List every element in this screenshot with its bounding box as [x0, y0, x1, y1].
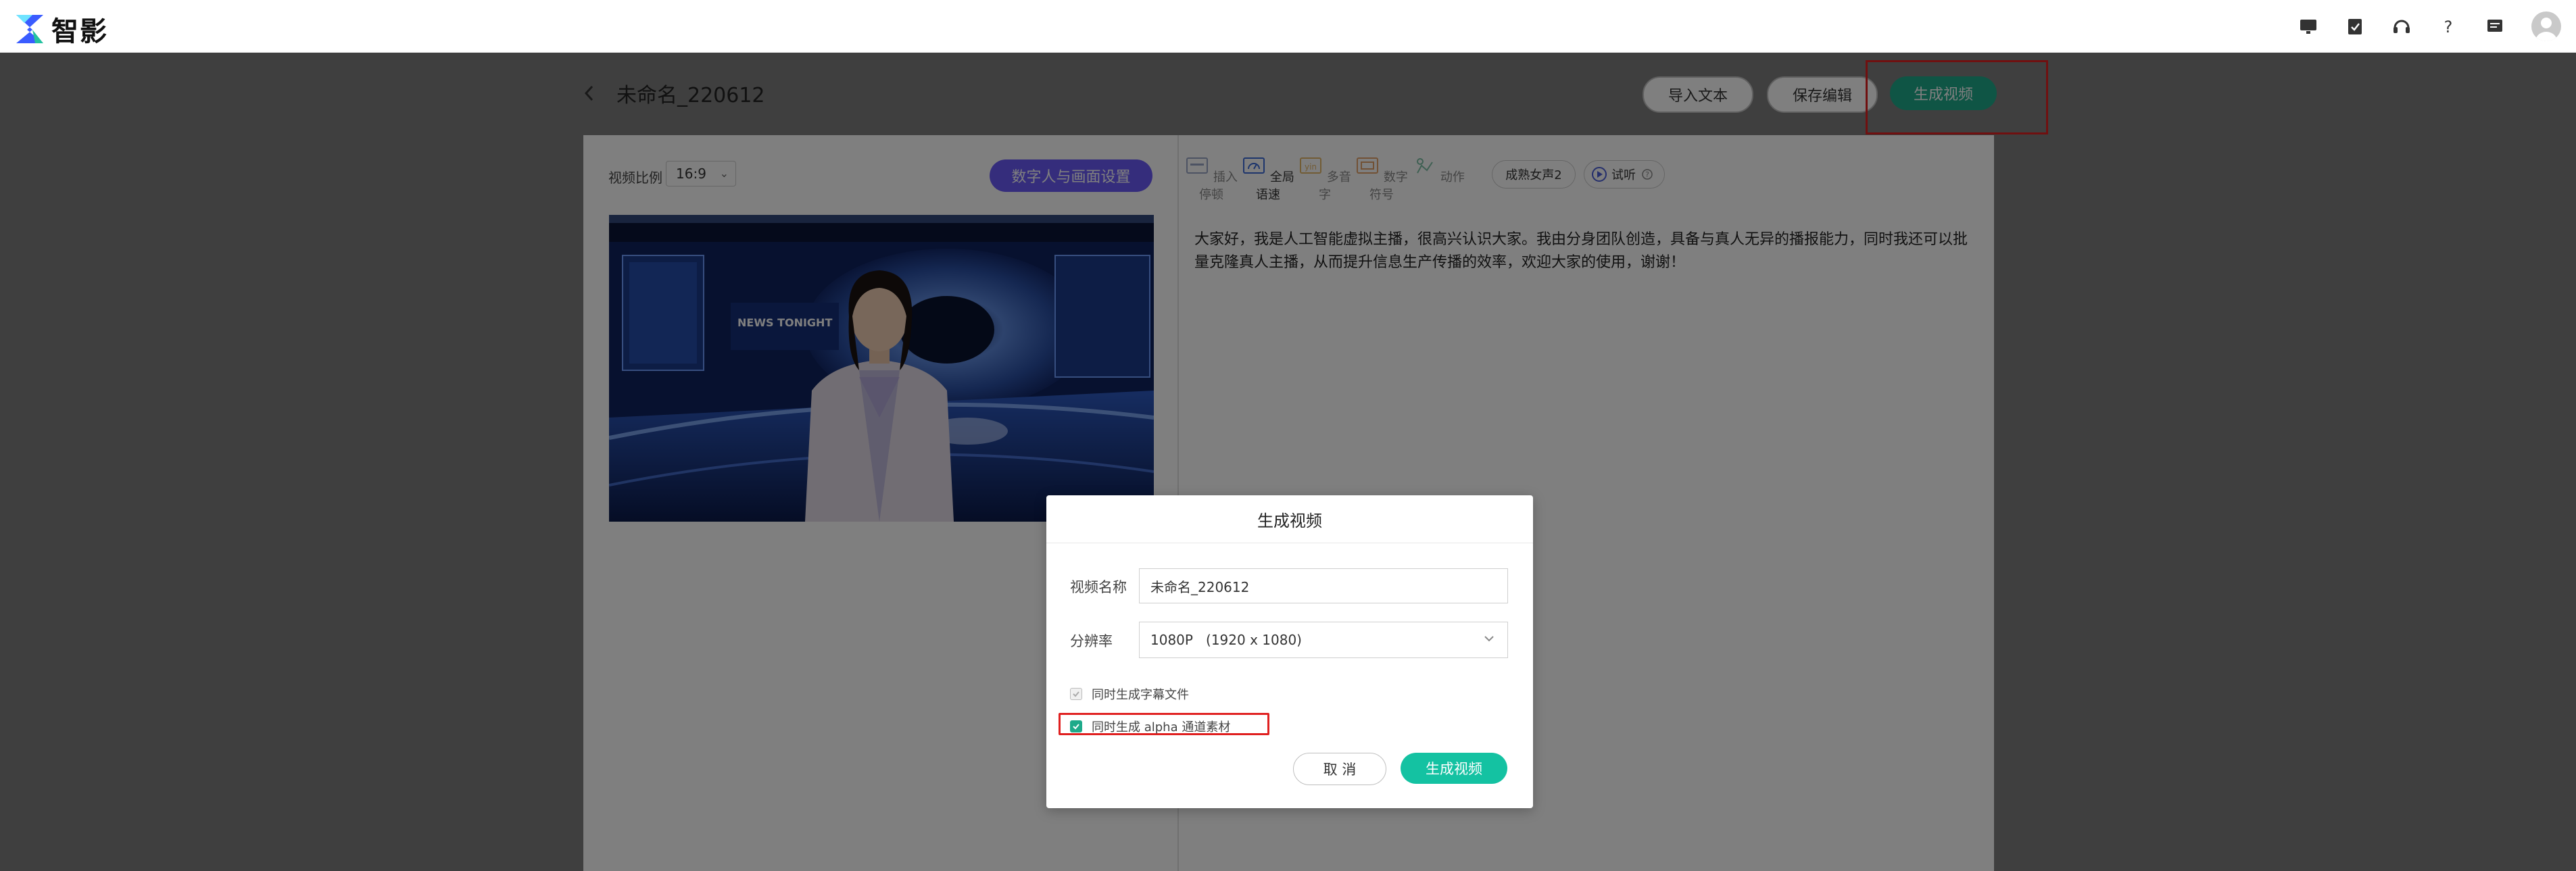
top-navigation-bar: 智影 ? [0, 0, 2576, 53]
confirm-generate-button[interactable]: 生成视频 [1401, 753, 1507, 784]
alpha-option-row[interactable]: 同时生成 alpha 通道素材 [1070, 718, 1230, 735]
chevron-down-icon [1484, 636, 1494, 642]
svg-text:?: ? [2444, 18, 2453, 36]
subtitle-checkbox[interactable] [1070, 688, 1082, 700]
resolution-value: 1080P (1920 x 1080) [1150, 632, 1302, 648]
monitor-icon[interactable] [2298, 16, 2318, 36]
resolution-select[interactable]: 1080P (1920 x 1080) [1139, 622, 1508, 658]
logo-icon [16, 15, 43, 43]
top-icon-group: ? [2298, 0, 2576, 52]
check-icon [1073, 691, 1079, 697]
app-logo[interactable]: 智影 [15, 9, 108, 49]
message-icon[interactable] [2485, 16, 2505, 36]
help-icon[interactable]: ? [2438, 16, 2458, 36]
video-name-input[interactable] [1139, 568, 1508, 603]
headset-icon[interactable] [2391, 16, 2412, 36]
dialog-title: 生成视频 [1046, 495, 1533, 543]
avatar[interactable] [2531, 11, 2561, 41]
clipboard-check-icon[interactable] [2345, 16, 2365, 36]
alpha-checkbox[interactable] [1070, 720, 1082, 732]
resolution-label: 分辨率 [1070, 633, 1113, 649]
alpha-option-label: 同时生成 alpha 通道素材 [1092, 720, 1231, 735]
subtitle-option-row[interactable]: 同时生成字幕文件 [1070, 685, 1189, 703]
video-name-label: 视频名称 [1070, 579, 1127, 595]
cancel-button[interactable]: 取 消 [1293, 753, 1386, 785]
check-icon [1073, 724, 1079, 730]
generate-video-dialog: 生成视频 视频名称 分辨率 1080P (1920 x 1080) 同时生成字幕… [1046, 495, 1533, 808]
subtitle-option-label: 同时生成字幕文件 [1092, 688, 1189, 702]
app-name: 智影 [51, 16, 108, 47]
